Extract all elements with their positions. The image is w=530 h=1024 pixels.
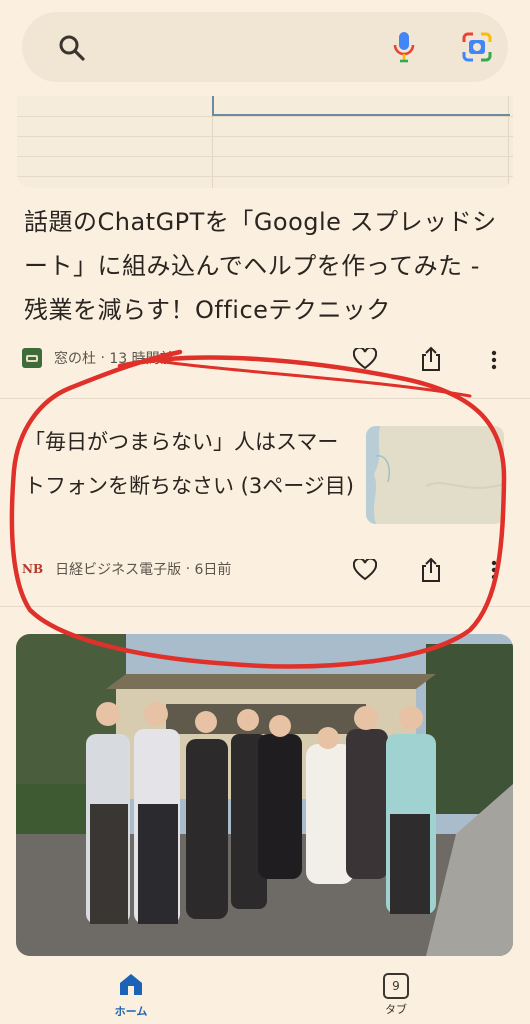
search-icon <box>59 35 85 61</box>
tab-count-icon: 9 <box>383 973 409 999</box>
source-logo: NB <box>22 562 44 576</box>
article-title[interactable]: 話題のChatGPTを「Google スプレッドシート」に組み込んでヘルプを作っ… <box>24 200 510 332</box>
mic-icon[interactable] <box>390 30 418 64</box>
more-options-icon[interactable] <box>491 560 497 580</box>
divider <box>0 606 530 607</box>
nav-tabs[interactable]: 9 タブ <box>356 958 436 1017</box>
article-source: 窓の杜 · 13 時間前 <box>22 348 174 368</box>
nav-home[interactable]: ホーム <box>91 958 171 1019</box>
article-title[interactable]: 「毎日がつまらない」人はスマートフォンを断ちなさい (3ページ目) <box>24 420 354 508</box>
source-name: 窓の杜 <box>54 351 96 367</box>
source-name: 日経ビジネス電子版 <box>55 562 182 578</box>
article-image-spreadsheet[interactable] <box>17 96 513 188</box>
home-icon <box>120 974 142 995</box>
article-thumbnail[interactable] <box>366 426 504 524</box>
article-source: NB 日経ビジネス電子版 · 6日前 <box>22 561 232 578</box>
heart-icon[interactable] <box>353 559 377 581</box>
article-photo-group[interactable] <box>16 634 513 956</box>
divider <box>0 398 530 399</box>
nav-home-label: ホーム <box>114 1005 148 1018</box>
bottom-navigation: ホーム 9 タブ <box>0 958 530 1024</box>
more-options-icon[interactable] <box>491 350 497 370</box>
share-icon[interactable] <box>420 346 442 372</box>
timestamp: 13 時間前 <box>109 351 174 367</box>
nav-tabs-label: タブ <box>385 1003 407 1016</box>
search-bar[interactable] <box>22 12 508 82</box>
heart-icon[interactable] <box>353 348 377 370</box>
share-icon[interactable] <box>420 557 442 583</box>
lens-icon[interactable] <box>460 30 494 64</box>
source-logo <box>22 348 42 368</box>
timestamp: 6日前 <box>194 562 232 578</box>
